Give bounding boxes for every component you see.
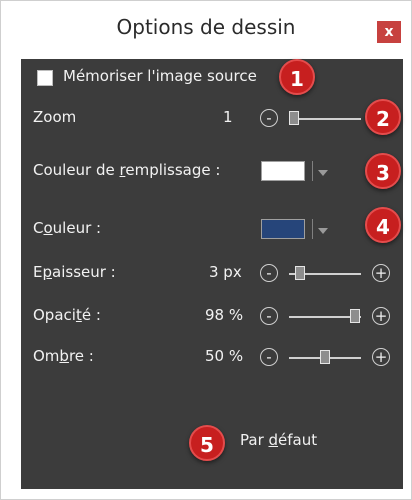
color-separator [312, 219, 313, 239]
callout-badge-1: 1 [279, 59, 315, 95]
title-bar: Options de dessin x [1, 1, 411, 59]
memorize-source-checkbox[interactable] [37, 70, 53, 86]
close-button[interactable]: x [377, 21, 401, 43]
default-button[interactable]: Par défaut [240, 431, 317, 449]
callout-badge-4: 4 [365, 207, 401, 243]
options-panel: Mémoriser l'image source Zoom 1 - Couleu… [21, 59, 403, 489]
thickness-value: 3 px [209, 263, 242, 281]
memorize-source-label: Mémoriser l'image source [63, 67, 257, 85]
shadow-label: Ombre : [33, 347, 94, 365]
shadow-value: 50 % [205, 347, 244, 365]
thickness-increase-button[interactable]: + [372, 264, 390, 282]
thickness-label: Epaisseur : [33, 263, 116, 281]
fill-color-dropdown-icon[interactable] [318, 170, 328, 176]
zoom-value: 1 [223, 108, 233, 126]
zoom-slider-thumb[interactable] [289, 111, 299, 125]
shadow-increase-button[interactable]: + [372, 348, 390, 366]
opacity-value: 98 % [205, 306, 244, 324]
callout-badge-3: 3 [365, 153, 401, 189]
zoom-slider-track[interactable] [289, 118, 361, 120]
callout-badge-5: 5 [189, 425, 225, 461]
callout-badge-2: 2 [365, 99, 401, 135]
zoom-decrease-button[interactable]: - [260, 109, 278, 127]
opacity-increase-button[interactable]: + [372, 307, 390, 325]
window-title: Options de dessin [116, 15, 296, 39]
color-dropdown-icon[interactable] [318, 228, 328, 234]
color-swatch[interactable] [261, 219, 305, 239]
fill-color-separator [312, 161, 313, 181]
opacity-slider-thumb[interactable] [349, 309, 360, 323]
zoom-label: Zoom [33, 108, 77, 126]
shadow-slider-thumb[interactable] [320, 350, 330, 364]
thickness-decrease-button[interactable]: - [260, 264, 278, 282]
shadow-decrease-button[interactable]: - [260, 348, 278, 366]
opacity-decrease-button[interactable]: - [260, 307, 278, 325]
color-label: Couleur : [33, 219, 102, 237]
fill-color-label: Couleur de remplissage : [33, 161, 221, 179]
opacity-label: Opacité : [33, 306, 101, 324]
fill-color-swatch[interactable] [261, 161, 305, 181]
thickness-slider-thumb[interactable] [295, 266, 306, 280]
drawing-options-window: Options de dessin x Mémoriser l'image so… [0, 0, 412, 500]
